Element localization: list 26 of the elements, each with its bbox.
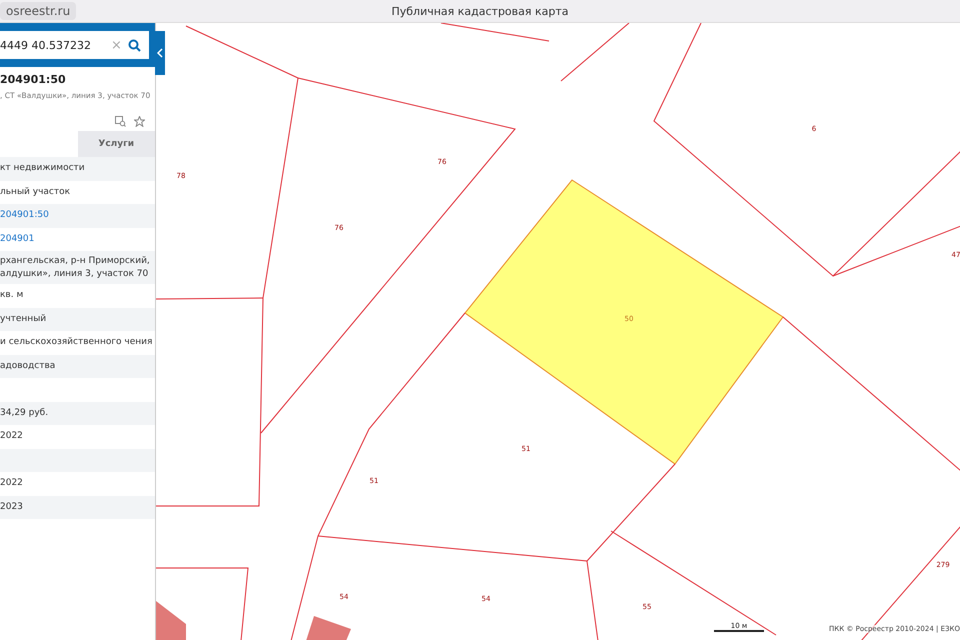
info-value: 2022 [0, 430, 23, 444]
tab[interactable]: Услуги [78, 131, 155, 157]
address-bar[interactable]: osreestr.ru [0, 2, 76, 20]
building-shape [306, 616, 351, 640]
info-value: 2023 [0, 500, 23, 514]
info-value: кт недвижимости [0, 162, 85, 176]
info-value: льный участок [0, 186, 70, 199]
scale-bar [714, 630, 764, 632]
info-link[interactable]: 204901:50 [0, 209, 49, 222]
info-value: рхангельская, р-н Приморский, алдушки», линия 3, участок 70 [0, 254, 151, 280]
info-value: 2022 [0, 477, 23, 490]
star-icon[interactable] [134, 116, 145, 127]
parcel-boundary [560, 23, 630, 82]
zoom-to-icon[interactable] [115, 116, 126, 127]
info-value: адоводства [0, 360, 56, 373]
info-value: кв. м [0, 289, 24, 302]
search-field[interactable]: 4449 40.537232 × [0, 31, 149, 59]
info-value: учтенный [0, 312, 46, 326]
chevron-icon [157, 48, 163, 58]
info-value: 34,29 руб. [0, 406, 48, 420]
object-title: 204901:50 [0, 73, 67, 86]
page-title: Публичная кадастровая карта [391, 4, 569, 18]
info-link[interactable]: 204901 [0, 232, 34, 246]
collapse-button[interactable] [155, 31, 165, 75]
info-value: и сельскохозяйственного чения [0, 336, 152, 350]
search-icon[interactable] [128, 38, 141, 52]
